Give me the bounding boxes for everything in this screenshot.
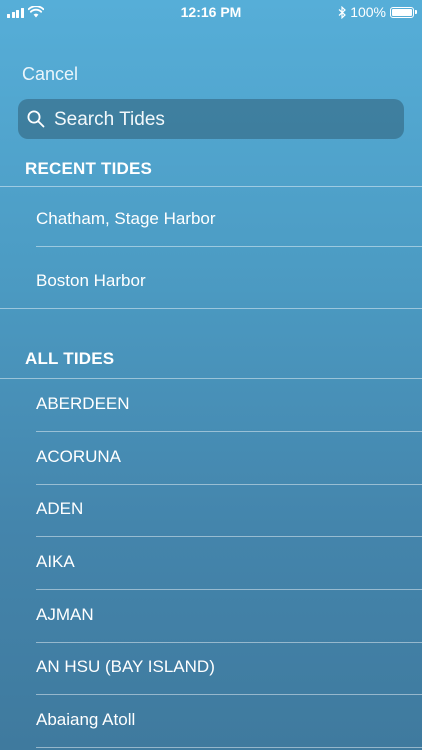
divider bbox=[0, 308, 422, 309]
divider bbox=[36, 431, 422, 432]
list-item-recent-0[interactable]: Chatham, Stage Harbor bbox=[36, 209, 216, 229]
all-tides-header: ALL TIDES bbox=[25, 349, 115, 368]
status-right: 100% bbox=[338, 4, 417, 20]
bluetooth-icon bbox=[338, 5, 347, 19]
divider bbox=[0, 378, 422, 379]
search-input[interactable] bbox=[52, 99, 396, 141]
list-item-all-4[interactable]: AJMAN bbox=[36, 605, 94, 625]
list-item-recent-1[interactable]: Boston Harbor bbox=[36, 271, 146, 291]
list-item-all-1[interactable]: ACORUNA bbox=[36, 447, 121, 467]
divider bbox=[36, 484, 422, 485]
divider bbox=[36, 694, 422, 695]
search-bar[interactable] bbox=[18, 99, 404, 141]
list-item-all-3[interactable]: AIKA bbox=[36, 552, 75, 572]
battery-icon bbox=[390, 6, 417, 18]
divider bbox=[36, 642, 422, 643]
status-bar: 12:16 PM 100% bbox=[0, 0, 422, 24]
divider bbox=[36, 589, 422, 590]
battery-percent: 100% bbox=[350, 4, 386, 20]
divider bbox=[36, 747, 422, 748]
divider bbox=[36, 536, 422, 537]
list-item-all-6[interactable]: Abaiang Atoll bbox=[36, 710, 135, 730]
search-icon bbox=[27, 110, 45, 128]
list-item-all-2[interactable]: ADEN bbox=[36, 499, 83, 519]
recent-tides-header: RECENT TIDES bbox=[25, 159, 153, 178]
list-item-all-5[interactable]: AN HSU (BAY ISLAND) bbox=[36, 657, 215, 677]
cancel-button[interactable]: Cancel bbox=[22, 64, 78, 85]
divider bbox=[36, 246, 422, 247]
divider bbox=[0, 186, 422, 187]
list-item-all-0[interactable]: ABERDEEN bbox=[36, 394, 130, 414]
